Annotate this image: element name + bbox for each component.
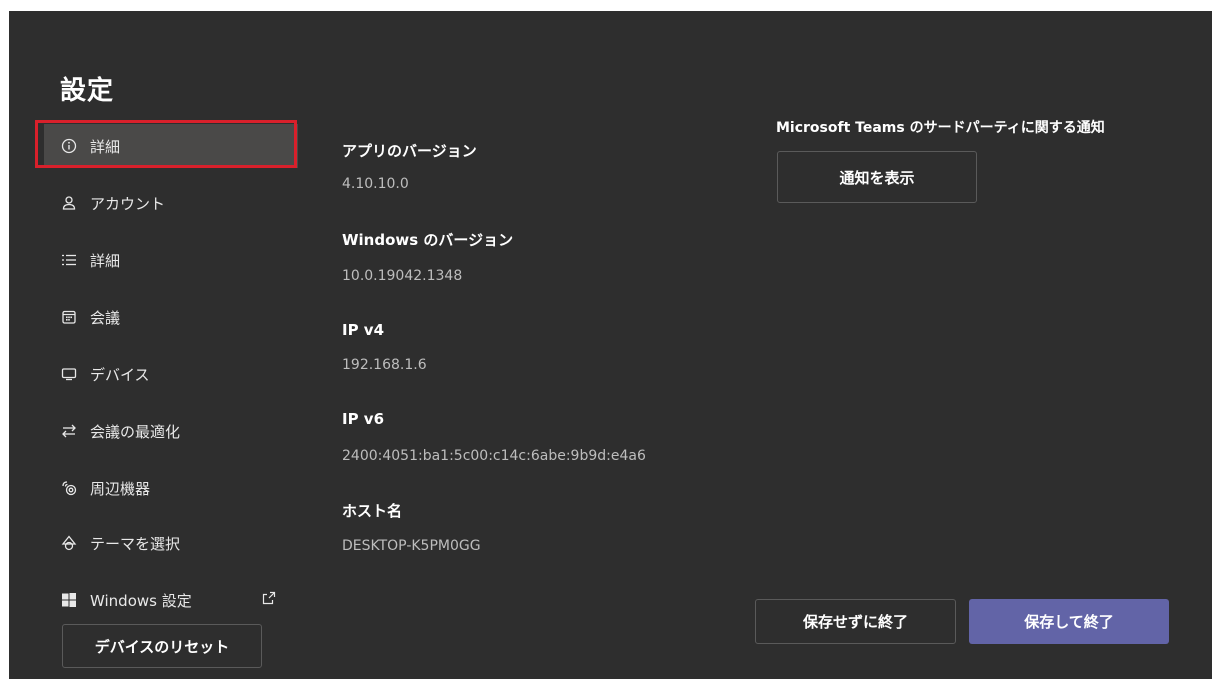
sidebar-item-label: 会議 — [90, 308, 121, 327]
reset-device-button[interactable]: デバイスのリセット — [62, 624, 262, 668]
page-title: 設定 — [60, 76, 115, 106]
swap-icon — [60, 422, 78, 440]
sidebar-item-label: Windows 設定 — [90, 591, 192, 610]
exit-without-saving-button[interactable]: 保存せずに終了 — [755, 599, 956, 644]
windows-version-label: Windows のバージョン — [342, 231, 514, 249]
sidebar-item-meetings[interactable]: 会議 — [44, 295, 298, 339]
windows-version-value: 10.0.19042.1348 — [342, 268, 463, 284]
open-external-icon — [262, 590, 276, 605]
sidebar-item-about[interactable]: 詳細 — [44, 124, 298, 168]
sidebar-item-peripherals[interactable]: 周辺機器 — [44, 466, 298, 510]
person-icon — [60, 194, 78, 212]
third-party-notice-title: Microsoft Teams のサードパーティに関する通知 — [776, 120, 1105, 136]
sidebar-item-theme[interactable]: テーマを選択 — [44, 521, 298, 565]
peripherals-icon — [60, 479, 78, 497]
shapes-icon — [60, 534, 78, 552]
sidebar-item-windows-settings[interactable]: Windows 設定 — [44, 578, 298, 622]
show-notice-button[interactable]: 通知を表示 — [777, 151, 977, 203]
ipv4-label: IP v4 — [342, 321, 385, 339]
device-icon — [60, 365, 78, 383]
ipv6-label: IP v6 — [342, 410, 385, 428]
sidebar-item-label: デバイス — [90, 365, 150, 384]
sidebar-item-label: 周辺機器 — [90, 479, 151, 498]
sidebar-item-label: テーマを選択 — [90, 534, 181, 553]
sidebar-item-devices[interactable]: デバイス — [44, 352, 298, 396]
ipv6-value: 2400:4051:ba1:5c00:c14c:6abe:9b9d:e4a6 — [342, 448, 646, 464]
sidebar-item-label: 会議の最適化 — [90, 422, 181, 441]
sidebar-item-meeting-optimization[interactable]: 会議の最適化 — [44, 409, 298, 453]
sidebar-item-label: 詳細 — [90, 251, 121, 270]
sidebar-item-label: 詳細 — [90, 137, 121, 156]
host-name-label: ホスト名 — [342, 502, 403, 520]
calendar-icon — [60, 308, 78, 326]
list-icon — [60, 251, 78, 269]
host-name-value: DESKTOP-K5PM0GG — [342, 538, 481, 554]
save-and-exit-button[interactable]: 保存して終了 — [969, 599, 1169, 644]
sidebar-item-label: アカウント — [90, 194, 166, 213]
windows-icon — [60, 591, 78, 609]
app-version-value: 4.10.10.0 — [342, 176, 409, 192]
sidebar-item-general[interactable]: 詳細 — [44, 238, 298, 282]
sidebar-item-account[interactable]: アカウント — [44, 181, 298, 225]
app-version-label: アプリのバージョン — [342, 142, 477, 160]
ipv4-value: 192.168.1.6 — [342, 357, 427, 373]
info-icon — [60, 137, 78, 155]
